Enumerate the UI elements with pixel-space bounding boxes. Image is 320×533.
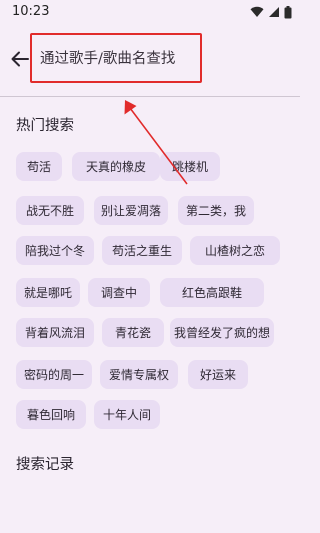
signal-icon: [269, 7, 279, 17]
status-icons: [250, 5, 292, 19]
hot-search-chip[interactable]: 背着风流泪: [16, 318, 94, 347]
search-page: 10:23 热门搜索 苟活 天真的橡皮 跳楼机 战无不胜: [0, 0, 300, 533]
search-input[interactable]: [40, 48, 192, 70]
search-history-title: 搜索记录: [16, 457, 74, 473]
hot-search-chip[interactable]: 暮色回响: [16, 400, 86, 429]
hot-search-chip[interactable]: 好运来: [188, 360, 248, 389]
hot-search-chip[interactable]: 天真的橡皮: [72, 152, 160, 181]
hot-search-chip[interactable]: 调查中: [88, 278, 150, 307]
hot-search-title: 热门搜索: [16, 118, 74, 134]
battery-icon: [284, 5, 292, 18]
hot-search-chip[interactable]: 苟活之重生: [102, 236, 182, 265]
hot-search-chip[interactable]: 跳楼机: [160, 152, 220, 181]
hot-search-chip[interactable]: 红色高跟鞋: [160, 278, 264, 307]
hot-search-chip[interactable]: 密码的周一: [16, 360, 92, 389]
status-time: 10:23: [12, 4, 50, 19]
back-button[interactable]: [8, 47, 32, 71]
hot-search-chip[interactable]: 苟活: [16, 152, 62, 181]
back-arrow-icon: [11, 51, 29, 67]
hot-search-chip[interactable]: 战无不胜: [16, 196, 84, 225]
hot-search-chip[interactable]: 爱情专属权: [100, 360, 178, 389]
search-box-highlight[interactable]: [30, 33, 202, 83]
hot-search-chip[interactable]: 陪我过个冬: [16, 236, 94, 265]
toolbar-divider: [0, 96, 300, 97]
hot-search-chip[interactable]: 十年人间: [94, 400, 160, 429]
hot-search-chip[interactable]: 青花瓷: [102, 318, 164, 347]
status-bar: 10:23: [0, 0, 300, 24]
hot-search-chip[interactable]: 山楂树之恋: [190, 236, 280, 265]
hot-search-chip[interactable]: 别让爱凋落: [94, 196, 168, 225]
search-toolbar: [0, 30, 300, 88]
hot-search-chip[interactable]: 就是哪吒: [16, 278, 80, 307]
wifi-icon: [250, 6, 264, 18]
hot-search-chip[interactable]: 第二类，我: [178, 196, 254, 225]
hot-search-chip[interactable]: 我曾经发了疯的想: [170, 318, 274, 347]
